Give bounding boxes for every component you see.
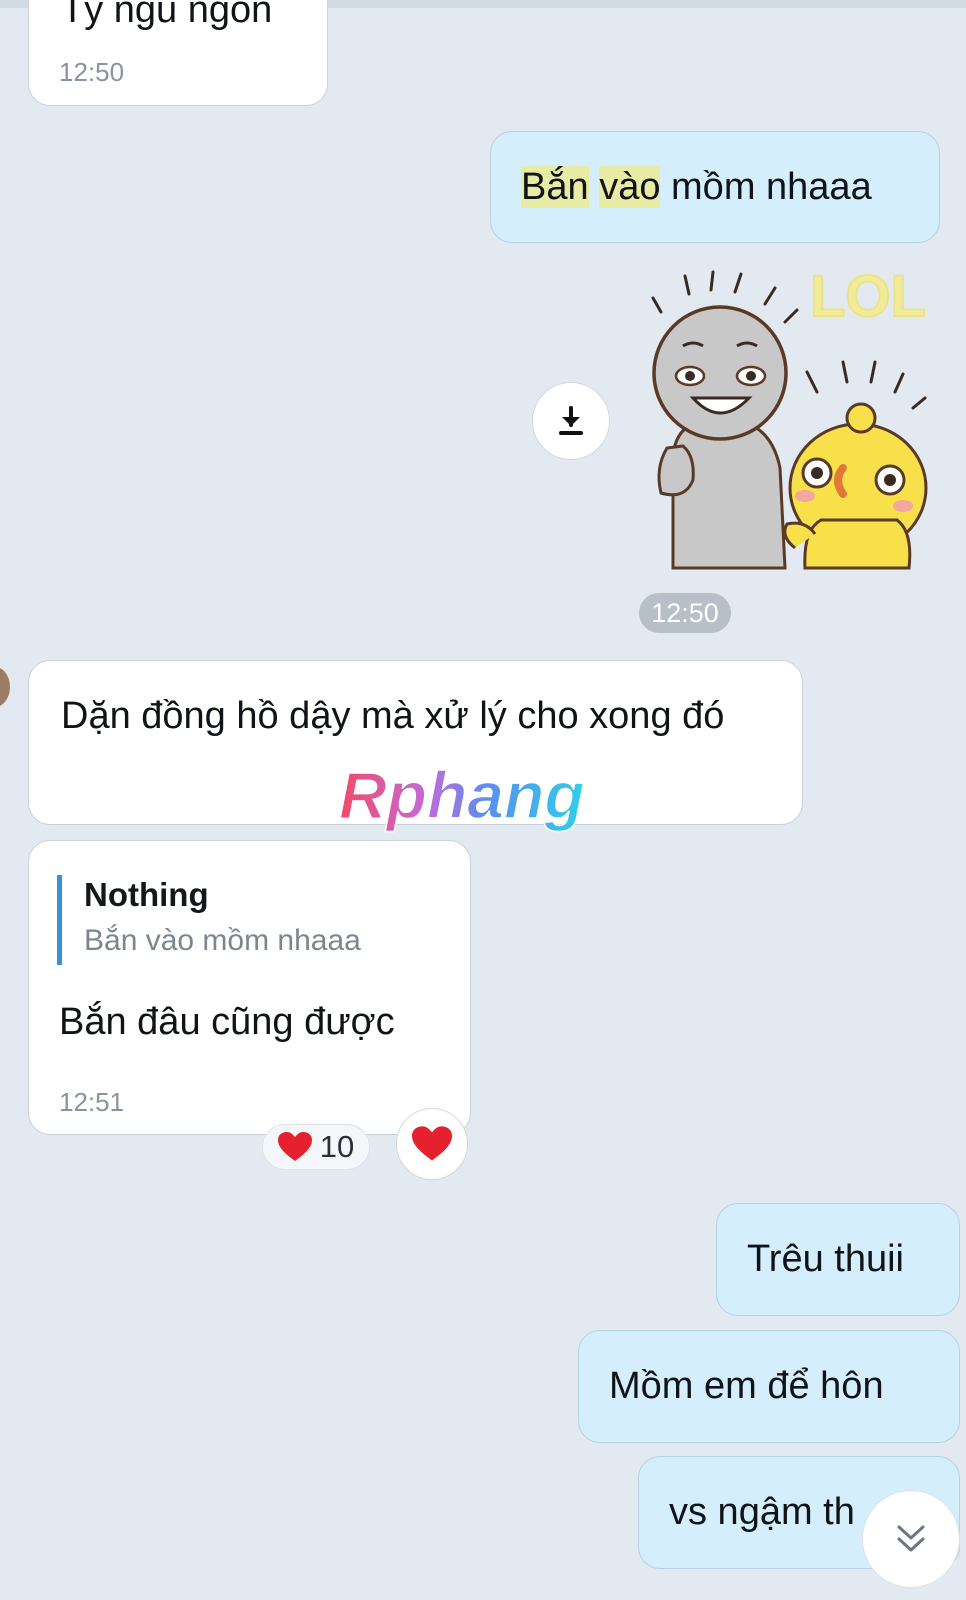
message-time-pill: 12:50 xyxy=(639,593,731,633)
message-text: Tý ngủ ngon xyxy=(61,0,273,31)
message-text: Dặn đồng hồ dậy mà xử lý cho xong đó xyxy=(61,695,725,737)
message-text: Mồm em để hôn xyxy=(609,1365,884,1407)
heart-icon xyxy=(412,1126,452,1161)
reaction-count: 10 xyxy=(319,1129,355,1164)
reply-author: Nothing xyxy=(84,876,209,913)
lol-sticker[interactable]: LOL xyxy=(645,268,945,573)
message-time: 12:50 xyxy=(59,57,125,87)
message-text: vs ngậm th xyxy=(669,1491,855,1533)
watermark-text: Rphang xyxy=(339,760,585,832)
watermark-logo: Rphang xyxy=(338,760,585,833)
search-highlight: Bắn xyxy=(521,166,589,208)
double-chevron-down-icon xyxy=(897,1525,925,1552)
avatar[interactable] xyxy=(0,665,12,709)
message-text: Trêu thuii xyxy=(747,1238,904,1280)
outgoing-message[interactable]: Trêu thuii xyxy=(716,1203,960,1316)
message-time: 12:51 xyxy=(59,1087,125,1117)
heart-icon xyxy=(277,1132,312,1161)
message-text: Bắn đâu cũng được xyxy=(59,1001,395,1043)
message-text-rest: mồm nhaaa xyxy=(671,166,872,208)
reaction-count-chip[interactable]: 10 xyxy=(262,1124,370,1170)
incoming-reply-message[interactable]: Nothing Bắn vào mồm nhaaa Bắn đâu cũng đ… xyxy=(28,840,471,1135)
search-highlight: vào xyxy=(599,166,661,208)
reply-quote[interactable]: Nothing Bắn vào mồm nhaaa xyxy=(57,875,417,965)
scroll-to-bottom-button[interactable] xyxy=(862,1490,960,1588)
message-text: Bắn vào mồm nhaaa xyxy=(521,162,872,212)
download-icon xyxy=(559,406,583,435)
incoming-message[interactable]: Tý ngủ ngon 12:50 xyxy=(28,0,328,106)
outgoing-message[interactable]: Bắn vào mồm nhaaa xyxy=(490,131,940,243)
sticker-caption: LOL xyxy=(810,268,926,329)
reply-text: Bắn vào mồm nhaaa xyxy=(84,924,361,957)
react-heart-button[interactable] xyxy=(396,1108,468,1180)
outgoing-message[interactable]: Mồm em để hôn xyxy=(578,1330,960,1443)
download-sticker-button[interactable] xyxy=(532,382,610,460)
